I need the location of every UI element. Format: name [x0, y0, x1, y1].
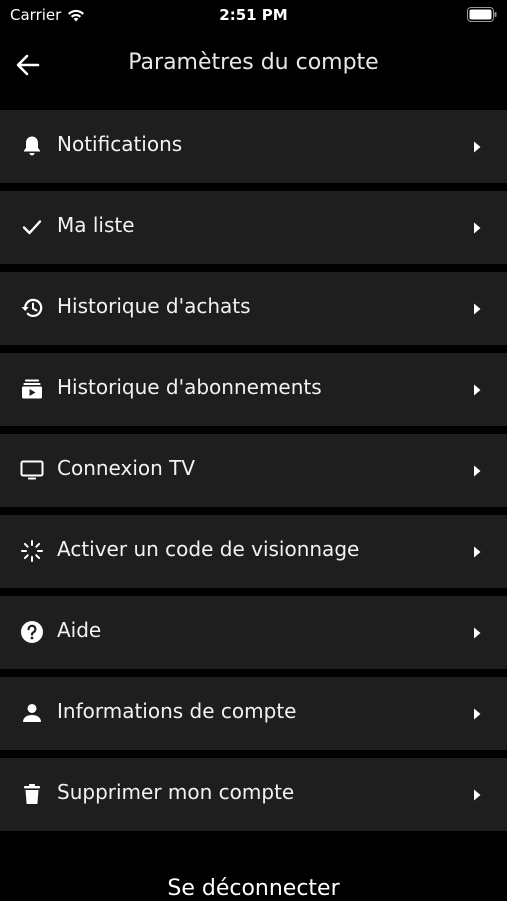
menu-item-label: Historique d'abonnements [57, 375, 322, 399]
menu-item-delete-account[interactable]: Supprimer mon compte [0, 758, 507, 831]
menu-item-activate-code[interactable]: Activer un code de visionnage [0, 515, 507, 588]
sparkle-icon [20, 539, 44, 563]
menu-item-purchase-history[interactable]: Historique d'achats [0, 272, 507, 345]
menu-item-account-info[interactable]: Informations de compte [0, 677, 507, 750]
chevron-right-icon [474, 546, 481, 558]
menu-item-notifications[interactable]: Notifications [0, 110, 507, 183]
menu-item-label: Ma liste [57, 213, 135, 237]
navigation-bar: Paramètres du compte [0, 36, 507, 92]
chevron-right-icon [474, 627, 481, 639]
menu-item-label: Supprimer mon compte [57, 780, 295, 804]
menu-item-my-list[interactable]: Ma liste [0, 191, 507, 264]
chevron-right-icon [474, 708, 481, 720]
menu-item-label: Activer un code de visionnage [57, 537, 360, 561]
menu-item-subscription-history[interactable]: Historique d'abonnements [0, 353, 507, 426]
menu-item-help[interactable]: Aide [0, 596, 507, 669]
status-time: 2:51 PM [219, 6, 288, 24]
menu-item-label: Aide [57, 618, 102, 642]
chevron-right-icon [474, 465, 481, 477]
bell-icon [20, 134, 44, 158]
settings-menu: Notifications Ma liste Historique d'acha… [0, 110, 507, 839]
battery-icon [467, 7, 497, 22]
status-bar: Carrier 2:51 PM [0, 0, 507, 30]
menu-item-label: Connexion TV [57, 456, 196, 480]
help-circle-icon [20, 620, 44, 644]
chevron-right-icon [474, 141, 481, 153]
page-title: Paramètres du compte [128, 50, 379, 75]
subscriptions-icon [20, 377, 44, 401]
trash-icon [20, 782, 44, 806]
chevron-right-icon [474, 222, 481, 234]
chevron-right-icon [474, 303, 481, 315]
history-icon [20, 296, 44, 320]
tv-icon [20, 458, 44, 482]
chevron-right-icon [474, 789, 481, 801]
menu-item-tv-connection[interactable]: Connexion TV [0, 434, 507, 507]
check-icon [20, 215, 44, 239]
menu-item-label: Informations de compte [57, 699, 297, 723]
menu-item-label: Notifications [57, 132, 183, 156]
person-icon [20, 701, 44, 725]
menu-item-label: Historique d'achats [57, 294, 251, 318]
logout-button[interactable]: Se déconnecter [0, 876, 507, 901]
chevron-right-icon [474, 384, 481, 396]
